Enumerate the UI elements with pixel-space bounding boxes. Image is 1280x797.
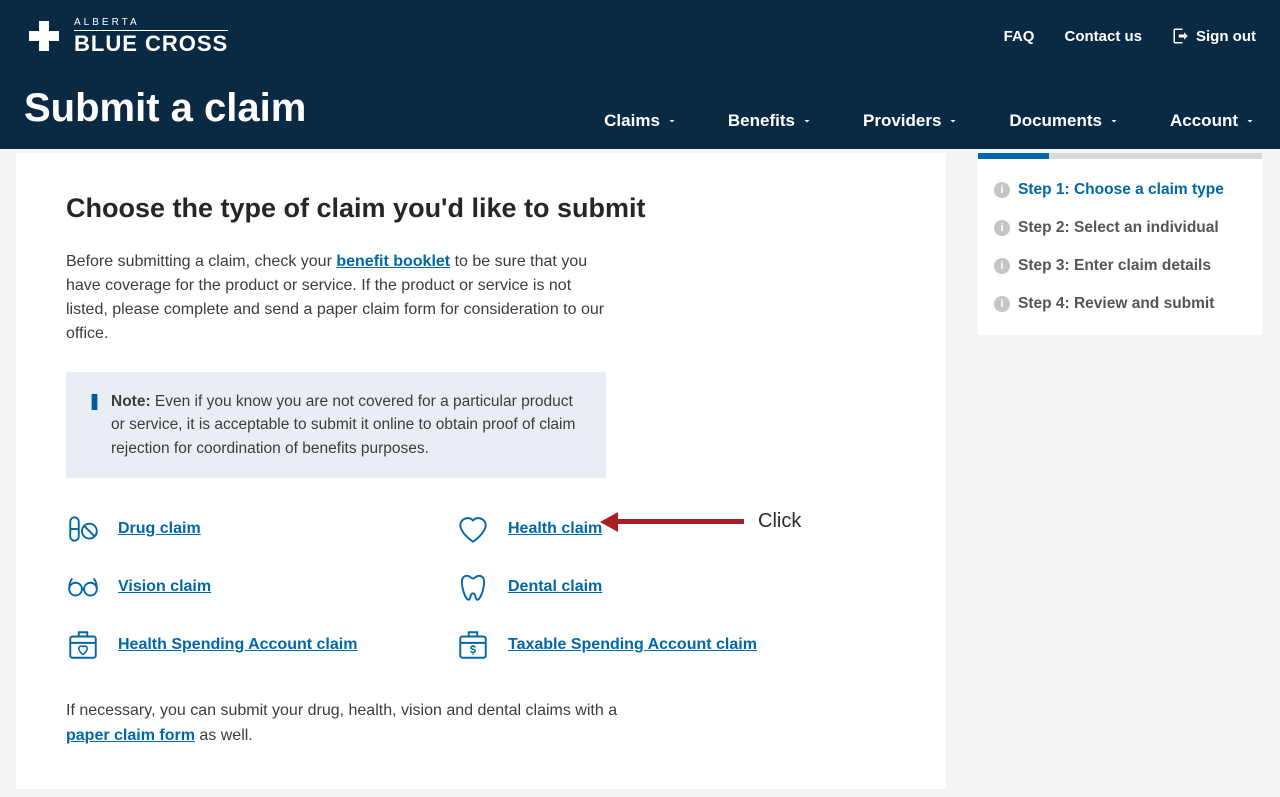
nav-documents-label: Documents — [1009, 111, 1102, 131]
vision-claim-link[interactable]: Vision claim — [118, 578, 211, 596]
progress-done — [978, 153, 1049, 159]
sign-out-button[interactable]: Sign out — [1172, 27, 1256, 45]
box-heart-icon — [66, 628, 100, 662]
vision-claim-item: Vision claim — [66, 570, 456, 604]
dental-claim-item: Dental claim — [456, 570, 846, 604]
nav-claims-label: Claims — [604, 111, 660, 131]
dental-claim-link[interactable]: Dental claim — [508, 578, 602, 596]
page-title: Submit a claim — [24, 86, 306, 131]
chevron-down-icon — [1108, 115, 1120, 127]
chevron-down-icon — [947, 115, 959, 127]
benefit-booklet-link[interactable]: benefit booklet — [336, 253, 450, 270]
nav-row: Submit a claim Claims Benefits Providers… — [24, 86, 1256, 149]
top-bar: ALBERTA BLUE CROSS FAQ Contact us Sign o… — [24, 16, 1256, 56]
step-3-label: Step 3: Enter claim details — [1018, 257, 1211, 275]
brand-blue-cross: BLUE CROSS — [74, 33, 228, 55]
hsa-claim-link[interactable]: Health Spending Account claim — [118, 636, 357, 654]
nav-account-label: Account — [1170, 111, 1238, 131]
box-dollar-icon — [456, 628, 490, 662]
nav-benefits[interactable]: Benefits — [728, 111, 813, 131]
info-icon: ❚ — [88, 390, 101, 460]
step-2[interactable]: i Step 2: Select an individual — [992, 209, 1248, 247]
nav-documents[interactable]: Documents — [1009, 111, 1120, 131]
step-4[interactable]: i Step 4: Review and submit — [992, 285, 1248, 323]
tooth-icon — [456, 570, 490, 604]
step-2-label: Step 2: Select an individual — [1018, 219, 1219, 237]
heart-icon — [456, 512, 490, 546]
main-card: Choose the type of claim you'd like to s… — [16, 153, 946, 789]
note-label: Note: — [111, 393, 151, 410]
chevron-down-icon — [801, 115, 813, 127]
top-links: FAQ Contact us Sign out — [1004, 27, 1256, 45]
nav-account[interactable]: Account — [1170, 111, 1256, 131]
content: Choose the type of claim you'd like to s… — [0, 149, 1280, 789]
outro-pre: If necessary, you can submit your drug, … — [66, 702, 617, 719]
paper-claim-form-link[interactable]: paper claim form — [66, 727, 195, 744]
health-claim-link[interactable]: Health claim — [508, 520, 602, 538]
plus-icon — [24, 16, 64, 56]
claim-type-grid: Drug claim Health claim Vision claim — [66, 512, 846, 662]
step-3[interactable]: i Step 3: Enter claim details — [992, 247, 1248, 285]
step-bullet-icon: i — [994, 296, 1010, 312]
step-bullet-icon: i — [994, 258, 1010, 274]
chevron-down-icon — [1244, 115, 1256, 127]
nav-benefits-label: Benefits — [728, 111, 795, 131]
faq-link[interactable]: FAQ — [1004, 28, 1035, 45]
glasses-icon — [66, 570, 100, 604]
chevron-down-icon — [666, 115, 678, 127]
note-body: Even if you know you are not covered for… — [111, 393, 575, 457]
header: ALBERTA BLUE CROSS FAQ Contact us Sign o… — [0, 0, 1280, 149]
nav-providers[interactable]: Providers — [863, 111, 959, 131]
note-box: ❚ Note: Even if you know you are not cov… — [66, 372, 606, 478]
pill-icon — [66, 512, 100, 546]
sign-out-label: Sign out — [1196, 28, 1256, 45]
note-text: Note: Even if you know you are not cover… — [111, 390, 584, 460]
intro-pre: Before submitting a claim, check your — [66, 253, 336, 270]
sign-out-icon — [1172, 27, 1190, 45]
outro-post: as well. — [199, 727, 252, 744]
tsa-claim-item: Taxable Spending Account claim — [456, 628, 846, 662]
step-sidebar: i Step 1: Choose a claim type i Step 2: … — [978, 153, 1262, 789]
step-1[interactable]: i Step 1: Choose a claim type — [992, 171, 1248, 209]
hsa-claim-item: Health Spending Account claim — [66, 628, 456, 662]
brand-alberta: ALBERTA — [74, 18, 228, 31]
drug-claim-link[interactable]: Drug claim — [118, 520, 201, 538]
step-1-label: Step 1: Choose a claim type — [1018, 181, 1224, 199]
main-nav: Claims Benefits Providers Documents Acco… — [604, 111, 1256, 131]
drug-claim-item: Drug claim — [66, 512, 456, 546]
nav-claims[interactable]: Claims — [604, 111, 678, 131]
section-heading: Choose the type of claim you'd like to s… — [66, 193, 896, 224]
step-bullet-icon: i — [994, 220, 1010, 236]
step-list: i Step 1: Choose a claim type i Step 2: … — [978, 159, 1262, 335]
intro-text: Before submitting a claim, check your be… — [66, 250, 606, 346]
outro-text: If necessary, you can submit your drug, … — [66, 698, 896, 749]
health-claim-item: Health claim — [456, 512, 846, 546]
step-4-label: Step 4: Review and submit — [1018, 295, 1214, 313]
contact-link[interactable]: Contact us — [1064, 28, 1142, 45]
brand-text: ALBERTA BLUE CROSS — [74, 18, 228, 55]
nav-providers-label: Providers — [863, 111, 941, 131]
step-bullet-icon: i — [994, 182, 1010, 198]
brand-logo[interactable]: ALBERTA BLUE CROSS — [24, 16, 228, 56]
tsa-claim-link[interactable]: Taxable Spending Account claim — [508, 636, 757, 654]
